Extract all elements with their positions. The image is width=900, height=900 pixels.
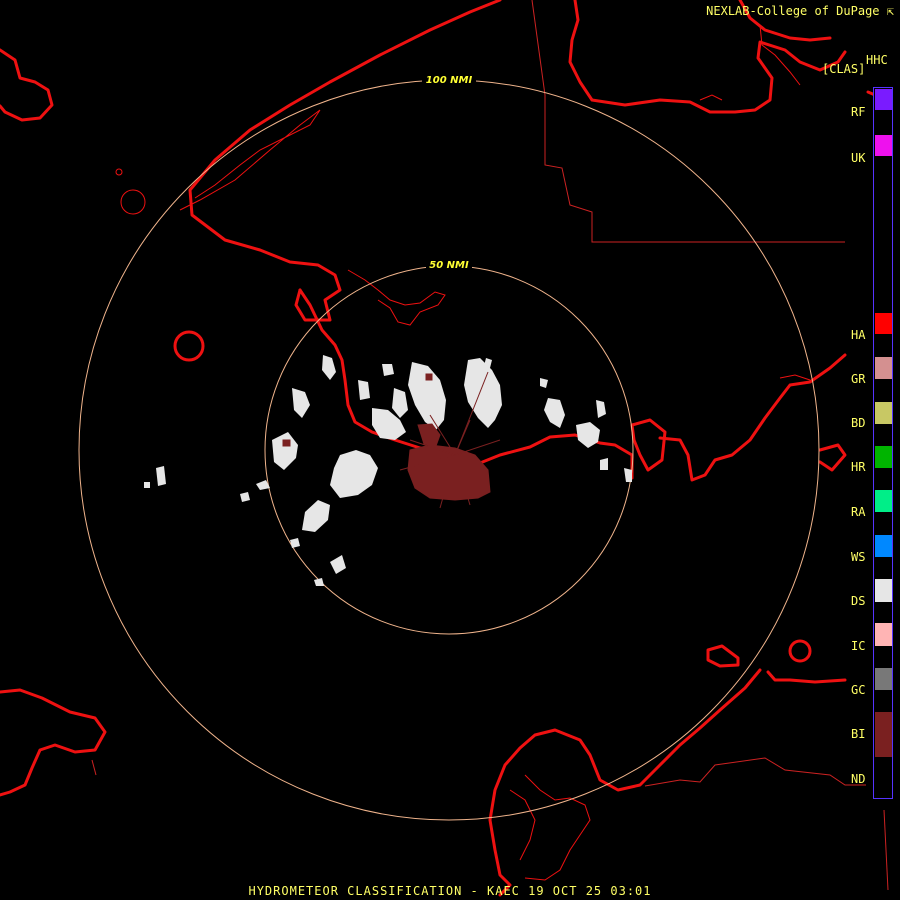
legend-swatch-gr	[875, 357, 892, 379]
legend-swatch-gc	[875, 668, 892, 690]
legend-label-gr: GR	[851, 372, 866, 386]
radar-map: 50 NMI 100 NMI	[0, 0, 889, 897]
legend-swatch-bd	[875, 402, 892, 424]
legend-label-ha: HA	[851, 328, 866, 342]
legend-swatch-rf	[875, 89, 892, 110]
range-ring-label-100: 100 NMI	[426, 75, 473, 86]
class-legend	[873, 87, 893, 799]
legend-label-bd: BD	[851, 416, 866, 430]
legend-label-ds: DS	[851, 594, 866, 608]
legend-label-rf: RF	[851, 105, 866, 119]
legend-label-uk: UK	[851, 151, 866, 165]
product-name: [CLAS]	[822, 62, 866, 76]
product-code: HHC	[866, 53, 888, 67]
legend-label-bi: BI	[851, 727, 866, 741]
legend-swatch-ds	[875, 579, 892, 602]
legend-swatch-uk	[875, 135, 892, 156]
legend-label-nd: ND	[851, 772, 866, 786]
legend-swatch-hr	[875, 446, 892, 468]
footer-title: HYDROMETEOR CLASSIFICATION - KAEC 19 OCT…	[248, 884, 652, 898]
border-lines	[91, 0, 889, 891]
legend-swatch-ic	[875, 623, 892, 646]
range-rings: 50 NMI 100 NMI	[78, 73, 820, 821]
legend-swatch-ws	[875, 535, 892, 557]
legend-label-gc: GC	[851, 683, 866, 697]
range-ring-label-50: 50 NMI	[429, 260, 469, 271]
echo-dry-snow	[144, 355, 632, 586]
legend-swatch-ha	[875, 313, 892, 334]
arrow-corner-icon: ⇱	[886, 4, 894, 18]
legend-swatch-bi	[875, 712, 892, 757]
legend-label-ws: WS	[851, 550, 866, 564]
legend-label-ra: RA	[851, 505, 866, 519]
legend-label-ic: IC	[851, 639, 866, 653]
legend-swatch-ra	[875, 490, 892, 512]
credit-label: NEXLAB-College of DuPage	[706, 4, 880, 18]
credit-text: NEXLAB-College of DuPage ⇱	[706, 4, 894, 18]
legend-label-hr: HR	[851, 460, 866, 474]
